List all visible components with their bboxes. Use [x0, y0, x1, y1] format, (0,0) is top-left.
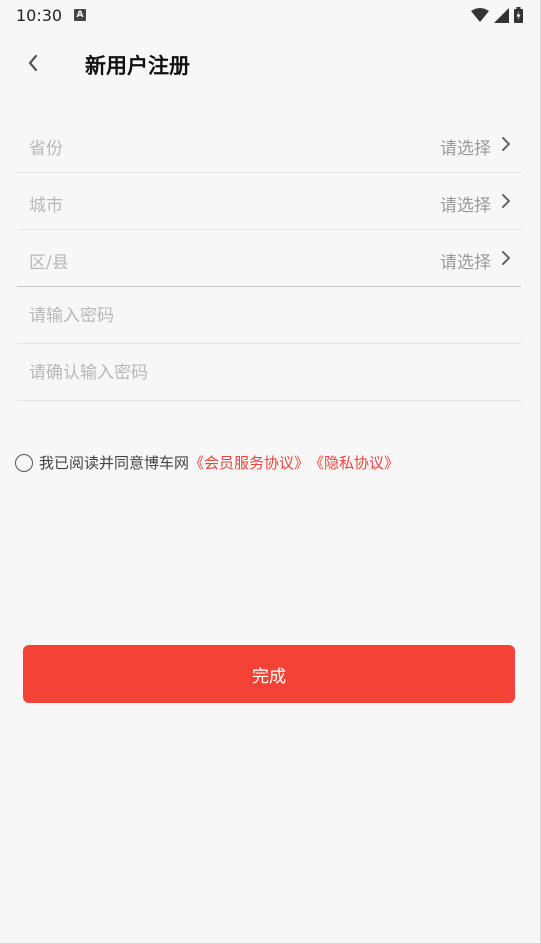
chevron-right-icon [502, 194, 510, 208]
status-time: 10:30 [16, 6, 63, 25]
member-agreement-link[interactable]: 《会员服务协议》 [189, 452, 309, 473]
agreement-radio[interactable] [15, 453, 33, 472]
confirm-password-input[interactable] [29, 344, 509, 401]
city-label: 城市 [29, 196, 63, 216]
chevron-right-icon [502, 251, 510, 265]
register-form: 省份 请选择 城市 请选择 区/县 请选择 [17, 116, 521, 401]
back-button[interactable] [18, 48, 48, 78]
signal-icon [494, 7, 509, 23]
agreement: 我已阅读并同意博车网 《会员服务协议》 《隐私协议》 [15, 452, 399, 473]
province-value: 请选择 [440, 139, 491, 159]
password-input[interactable] [29, 287, 509, 344]
page-title: 新用户注册 [85, 54, 190, 78]
notification-a-icon: A [74, 9, 86, 21]
district-select[interactable]: 区/县 请选择 [17, 230, 521, 287]
confirm-password-row [17, 344, 521, 401]
province-label: 省份 [29, 139, 63, 159]
submit-button[interactable]: 完成 [23, 645, 515, 703]
register-screen: 10:30 A 新用户注册 省份 请选择 城市 请选择 区/县 请选择 我已阅读… [0, 0, 541, 944]
battery-icon [514, 7, 523, 23]
header: 新用户注册 [0, 34, 540, 94]
password-row [17, 287, 521, 344]
agreement-text: 我已阅读并同意博车网 [39, 454, 190, 472]
district-value: 请选择 [440, 253, 491, 273]
chevron-left-icon [28, 54, 38, 72]
chevron-right-icon [502, 137, 510, 151]
province-select[interactable]: 省份 请选择 [17, 116, 521, 173]
wifi-icon [471, 7, 489, 22]
city-select[interactable]: 城市 请选择 [17, 173, 521, 230]
privacy-agreement-link[interactable]: 《隐私协议》 [309, 452, 399, 473]
status-icons [471, 7, 523, 23]
district-label: 区/县 [29, 253, 69, 273]
city-value: 请选择 [440, 196, 491, 216]
status-bar: 10:30 A [0, 0, 540, 32]
